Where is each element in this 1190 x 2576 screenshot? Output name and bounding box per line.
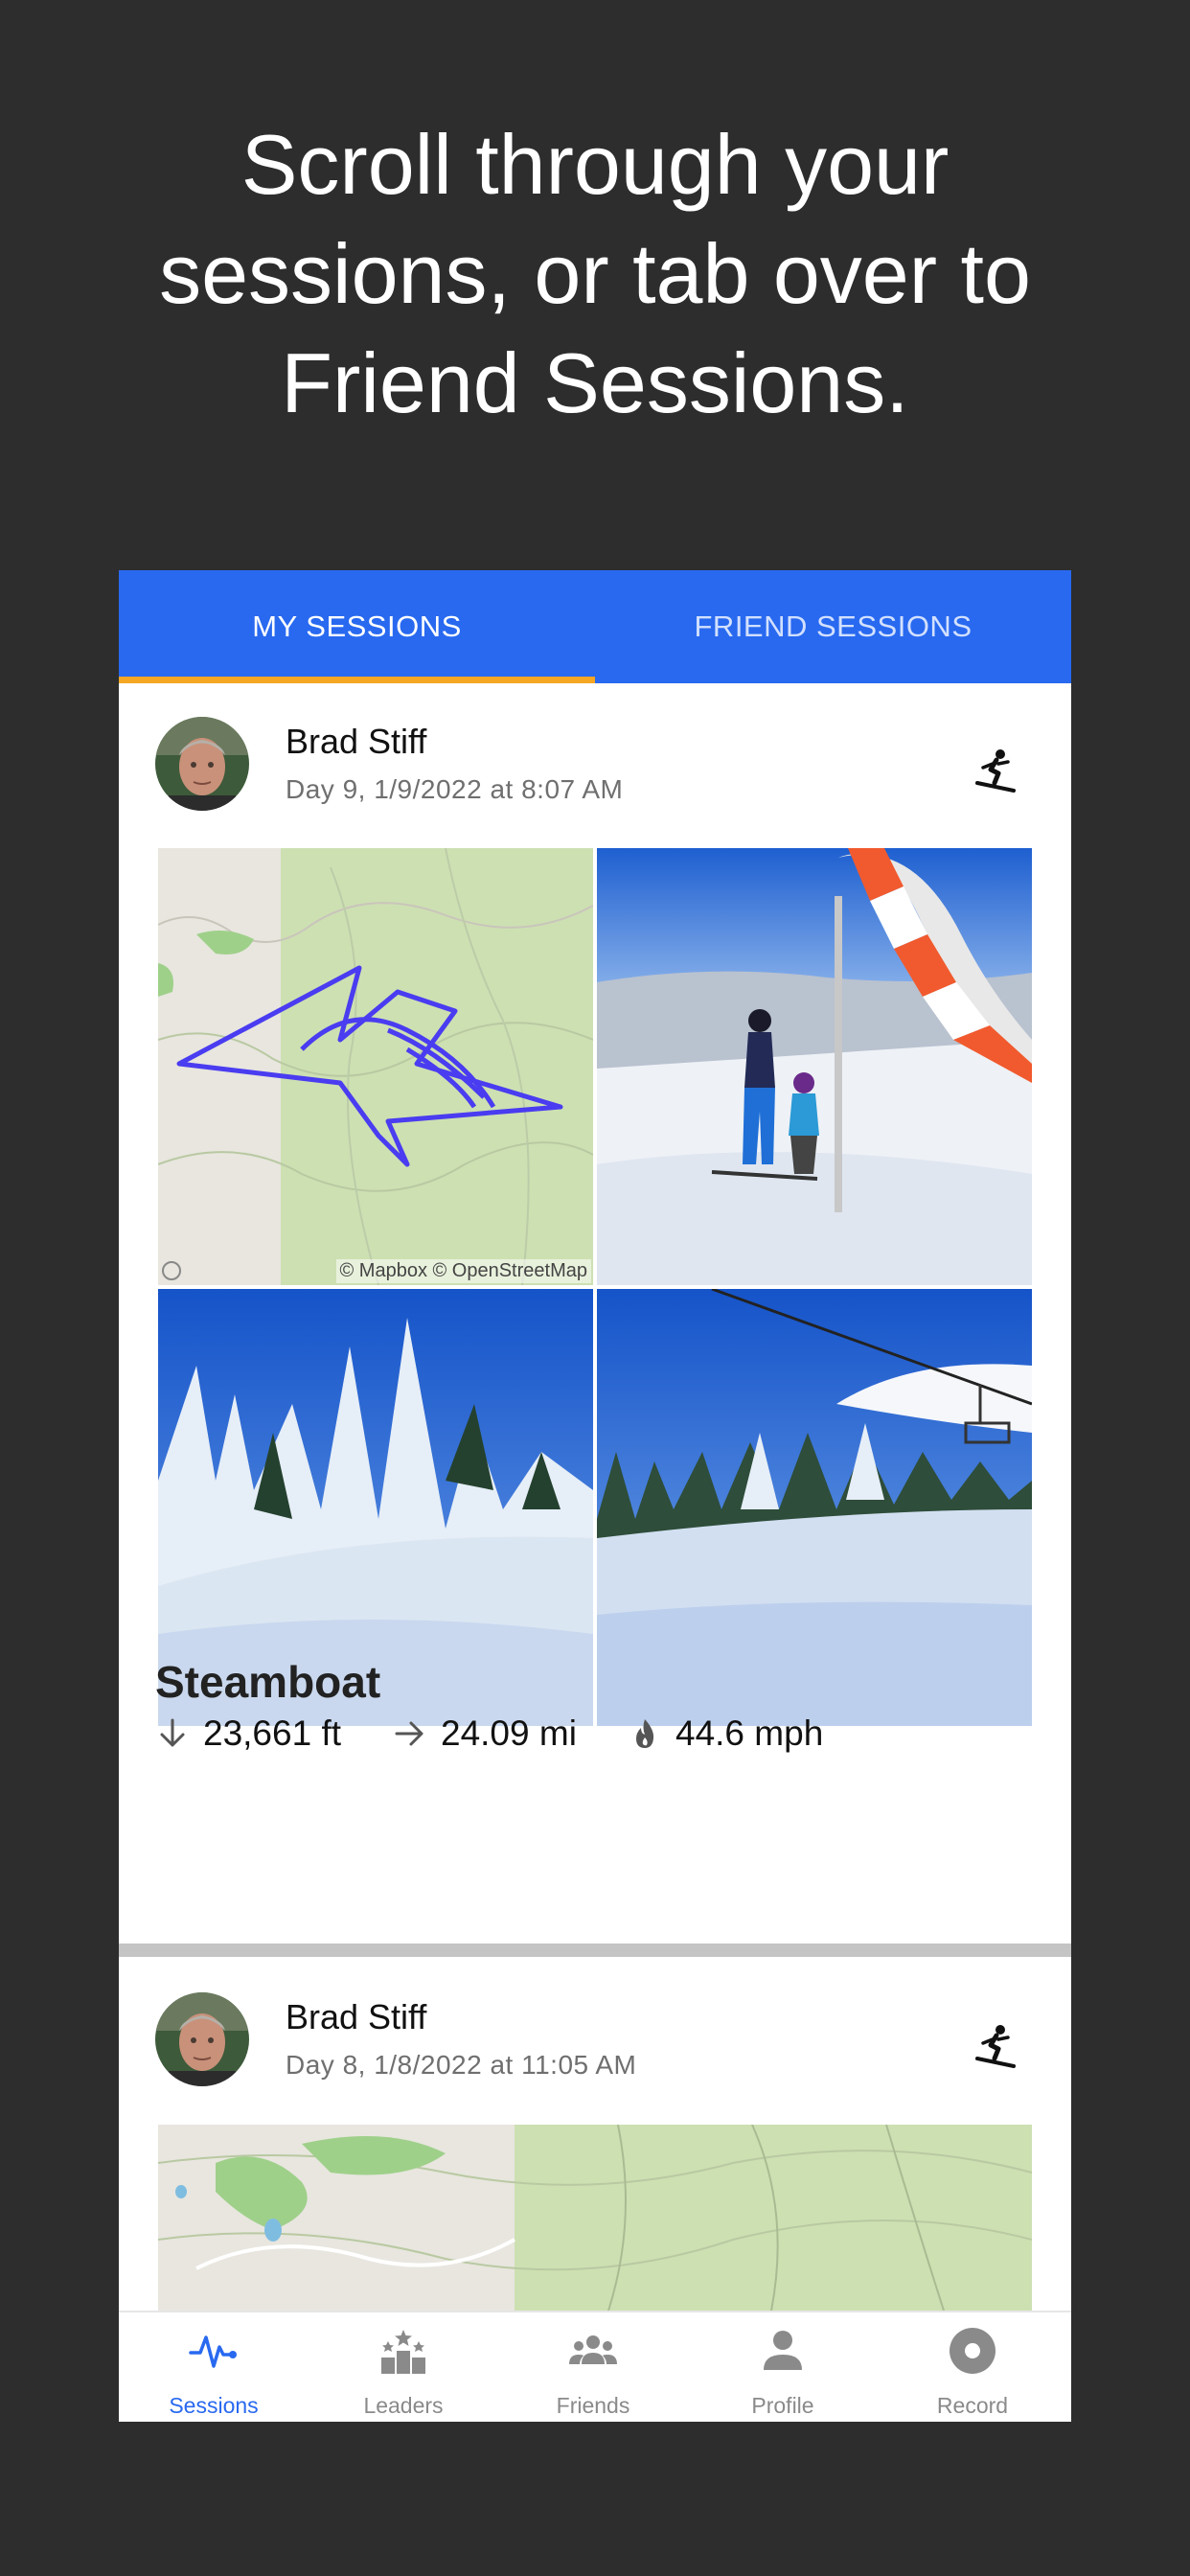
vertical-value: 23,661 ft <box>203 1714 342 1753</box>
speed-value: 44.6 mph <box>675 1714 824 1753</box>
session-card[interactable]: Brad Stiff Day 9, 1/9/2022 at 8:07 AM © … <box>119 683 1071 1753</box>
session-date: Day 8, 1/8/2022 at 11:05 AM <box>286 2050 637 2080</box>
leaderboard-icon <box>381 2330 425 2374</box>
tab-my-sessions[interactable]: MY SESSIONS <box>119 570 595 683</box>
session-map[interactable] <box>158 2125 1032 2311</box>
headline: Scroll through your sessions, or tab ove… <box>0 110 1190 438</box>
nav-label: Record <box>936 2393 1009 2418</box>
headline-line-2: sessions, or tab over to <box>159 226 1031 321</box>
session-card[interactable]: Brad Stiff Day 8, 1/8/2022 at 11:05 AM <box>119 1957 1071 2311</box>
bottom-navigation: Sessions Leaders Friends Profile Record <box>119 2311 1071 2422</box>
vertical-stat: 23,661 ft <box>155 1714 341 1754</box>
resort-name: Steamboat <box>155 1657 381 1707</box>
nav-leaders[interactable]: Leaders <box>309 2312 498 2422</box>
map-attribution[interactable]: © Mapbox © OpenStreetMap <box>335 1259 591 1283</box>
card-separator <box>119 1944 1071 1957</box>
avatar[interactable] <box>155 1992 249 2086</box>
snowboard-icon <box>972 745 1021 794</box>
arrow-right-icon <box>395 1721 423 1746</box>
nav-label: Sessions <box>169 2393 259 2418</box>
user-name[interactable]: Brad Stiff <box>286 1997 426 2037</box>
nav-sessions[interactable]: Sessions <box>119 2312 309 2422</box>
record-icon <box>950 2328 995 2374</box>
tab-friend-sessions[interactable]: FRIEND SESSIONS <box>595 570 1071 683</box>
avatar[interactable] <box>155 717 249 811</box>
active-tab-indicator <box>119 677 595 683</box>
distance-stat: 24.09 mi <box>393 1714 577 1754</box>
nav-friends[interactable]: Friends <box>498 2312 688 2422</box>
nav-label: Friends <box>556 2393 630 2418</box>
session-map[interactable]: © Mapbox © OpenStreetMap <box>158 848 593 1285</box>
user-name[interactable]: Brad Stiff <box>286 722 426 762</box>
distance-value: 24.09 mi <box>441 1714 577 1753</box>
snowboard-icon <box>972 2020 1021 2070</box>
flame-icon <box>636 1719 654 1748</box>
nav-profile[interactable]: Profile <box>688 2312 878 2422</box>
session-date: Day 9, 1/9/2022 at 8:07 AM <box>286 774 624 804</box>
friends-icon <box>569 2335 617 2364</box>
person-icon <box>764 2331 802 2370</box>
session-tabs: MY SESSIONS FRIEND SESSIONS <box>119 570 1071 683</box>
app-screen: MY SESSIONS FRIEND SESSIONS Brad Stiff D… <box>119 570 1071 2422</box>
headline-line-3: Friend Sessions. <box>281 335 909 430</box>
nav-label: Leaders <box>363 2393 444 2418</box>
headline-line-1: Scroll through your <box>240 117 950 212</box>
arrow-down-icon <box>160 1718 185 1747</box>
session-photo[interactable] <box>597 1289 1032 1726</box>
session-stats: 23,661 ft 24.09 mi 44.6 mph <box>155 1714 1018 1761</box>
nav-label: Profile <box>751 2393 814 2418</box>
pulse-icon <box>189 2335 237 2368</box>
nav-record[interactable]: Record <box>878 2312 1067 2422</box>
speed-stat: 44.6 mph <box>628 1714 823 1754</box>
session-photo[interactable] <box>597 848 1032 1285</box>
